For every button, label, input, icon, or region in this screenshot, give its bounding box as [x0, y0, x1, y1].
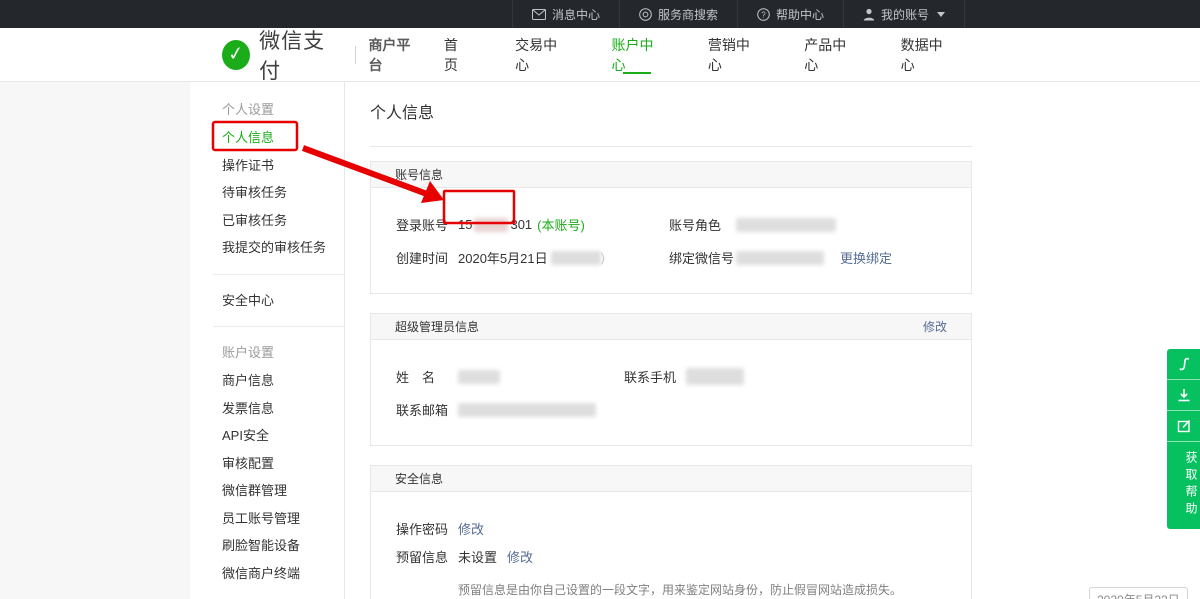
top-utility-bar: 消息中心 服务商搜索 ? 帮助中心 我的账号	[0, 0, 1200, 28]
page-title: 个人信息	[370, 99, 972, 147]
topbar-item-service-provider-search[interactable]: 服务商搜索	[619, 0, 737, 28]
sidebar-item-wechat-merchant-terminal[interactable]: 微信商户终端	[190, 560, 344, 588]
reserve-info-label: 预留信息	[396, 547, 458, 566]
security-info-card: 安全信息 操作密码 修改 预留信息 未设置 修改 预留信息是由你自己设置的一段文…	[370, 465, 972, 599]
login-account-label: 登录账号	[396, 215, 458, 234]
site-header: ✓ 微信支付 商户平台 首页 交易中心 账户中心 营销中心 产品中心 数据中心	[0, 28, 1200, 82]
created-time-label: 创建时间	[396, 248, 458, 267]
help-icon: ?	[757, 8, 770, 21]
topbar-item-label: 帮助中心	[776, 6, 824, 23]
nav-item-product-center[interactable]: 产品中心	[781, 28, 877, 81]
redacted-login-middle	[474, 218, 508, 232]
topbar-item-label: 我的账号	[881, 6, 929, 23]
nav-item-account-center[interactable]: 账户中心	[588, 28, 684, 81]
sidebar-group-account-settings: 账户设置	[190, 339, 344, 367]
contact-phone-label: 联系手机	[624, 367, 686, 386]
edit-password-link[interactable]: 修改	[458, 519, 484, 538]
chevron-down-icon	[937, 12, 945, 17]
table-row: 姓 名 联系手机	[396, 360, 971, 393]
user-icon	[863, 8, 875, 21]
wechat-pay-logo-icon: ✓	[222, 40, 250, 70]
table-row: 预留信息 未设置 修改	[396, 540, 971, 573]
reserve-info-status: 未设置	[458, 547, 497, 566]
portal-name: 商户平台	[368, 35, 420, 75]
wechat-pay-logo[interactable]: ✓ 微信支付 商户平台	[222, 25, 421, 85]
redacted-contact-email	[458, 403, 596, 417]
account-info-card-title: 账号信息	[395, 166, 443, 183]
svg-text:?: ?	[761, 10, 766, 19]
contact-email-label: 联系邮箱	[396, 400, 458, 419]
quick-link-button[interactable]	[1167, 349, 1200, 380]
bound-wechat-label: 绑定微信号	[669, 248, 736, 267]
get-help-button[interactable]: 获取帮助	[1167, 442, 1200, 529]
edit-icon	[1176, 418, 1192, 434]
redacted-created-time	[551, 251, 601, 265]
sidebar-item-merchant-info[interactable]: 商户信息	[190, 367, 344, 395]
redacted-admin-name	[458, 370, 500, 384]
account-info-card: 账号信息 登录账号 15 301 (本账号) 账号角色	[370, 161, 972, 294]
sidebar-item-operation-cert[interactable]: 操作证书	[190, 152, 344, 180]
redacted-account-role	[736, 218, 836, 232]
table-row: 联系邮箱	[396, 393, 971, 426]
nav-item-transaction-center[interactable]: 交易中心	[492, 28, 588, 81]
edit-admin-link[interactable]: 修改	[923, 318, 947, 335]
operation-password-label: 操作密码	[396, 519, 458, 538]
sidebar-item-pending-review-tasks[interactable]: 待审核任务	[190, 179, 344, 207]
nav-item-home[interactable]: 首页	[421, 28, 492, 81]
redacted-contact-phone	[686, 368, 744, 385]
login-account-value: 15 301 (本账号)	[458, 215, 585, 234]
main-nav: 首页 交易中心 账户中心 营销中心 产品中心 数据中心	[421, 28, 974, 81]
page-body: 个人设置 个人信息 操作证书 待审核任务 已审核任务 我提交的审核任务 安全中心…	[0, 82, 1200, 599]
sidebar-item-reviewed-tasks[interactable]: 已审核任务	[190, 207, 344, 235]
logo-divider	[355, 46, 356, 64]
nav-item-marketing-center[interactable]: 营销中心	[685, 28, 781, 81]
current-account-tag: (本账号)	[537, 215, 585, 234]
sidebar-item-invoice-info[interactable]: 发票信息	[190, 395, 344, 423]
sidebar-item-security-center[interactable]: 安全中心	[190, 287, 344, 315]
nav-item-data-center[interactable]: 数据中心	[878, 28, 974, 81]
sidebar: 个人设置 个人信息 操作证书 待审核任务 已审核任务 我提交的审核任务 安全中心…	[190, 82, 345, 599]
left-gutter	[0, 82, 190, 599]
topbar-item-my-account[interactable]: 我的账号	[843, 0, 965, 28]
logo-text: 微信支付	[259, 25, 341, 85]
sidebar-divider	[213, 326, 344, 327]
main-content: 个人信息 账号信息 登录账号 15 301 (本账号)	[345, 82, 1200, 599]
feedback-button[interactable]	[1167, 411, 1200, 442]
sidebar-item-my-submitted-tasks[interactable]: 我提交的审核任务	[190, 234, 344, 262]
topbar-item-label: 服务商搜索	[658, 6, 718, 23]
admin-name-label: 姓 名	[396, 367, 458, 386]
sidebar-item-api-security[interactable]: API安全	[190, 422, 344, 450]
account-role-label: 账号角色	[669, 215, 736, 234]
sidebar-divider	[213, 274, 344, 275]
table-row: 登录账号 15 301 (本账号) 账号角色	[396, 208, 971, 241]
topbar-item-help-center[interactable]: ? 帮助中心	[737, 0, 843, 28]
sidebar-item-staff-account-management[interactable]: 员工账号管理	[190, 505, 344, 533]
change-binding-link[interactable]: 更换绑定	[840, 248, 892, 267]
search-circle-icon	[639, 8, 652, 21]
sidebar-group-personal-settings: 个人设置	[190, 96, 344, 124]
sidebar-item-review-config[interactable]: 审核配置	[190, 450, 344, 478]
topbar-item-label: 消息中心	[552, 6, 600, 23]
sidebar-item-face-smart-device[interactable]: 刷脸智能设备	[190, 532, 344, 560]
mail-icon	[532, 9, 546, 20]
table-row: 创建时间 2020年5月21日 ) 绑定微信号 更换绑定	[396, 241, 971, 274]
security-info-card-title: 安全信息	[395, 470, 443, 487]
date-tooltip: 2020年5月22日	[1089, 587, 1188, 599]
sidebar-item-personal-info[interactable]: 个人信息	[190, 124, 344, 152]
download-button[interactable]	[1167, 380, 1200, 411]
topbar-item-message-center[interactable]: 消息中心	[512, 0, 619, 28]
floating-help-bar: 获取帮助	[1167, 349, 1200, 529]
download-icon	[1176, 387, 1192, 403]
super-admin-card-title: 超级管理员信息	[395, 318, 479, 335]
link-icon	[1176, 356, 1192, 372]
created-time-value: 2020年5月21日 )	[458, 248, 605, 267]
redacted-bound-wechat	[736, 251, 824, 265]
super-admin-card: 超级管理员信息 修改 姓 名 联系手机 联系邮箱	[370, 313, 972, 446]
reserve-info-description: 预留信息是由你自己设置的一段文字，用来鉴定网站身份，防止假冒网站造成损失。 配置…	[458, 581, 971, 599]
edit-reserve-info-link[interactable]: 修改	[507, 547, 533, 566]
sidebar-item-wechat-group-management[interactable]: 微信群管理	[190, 477, 344, 505]
